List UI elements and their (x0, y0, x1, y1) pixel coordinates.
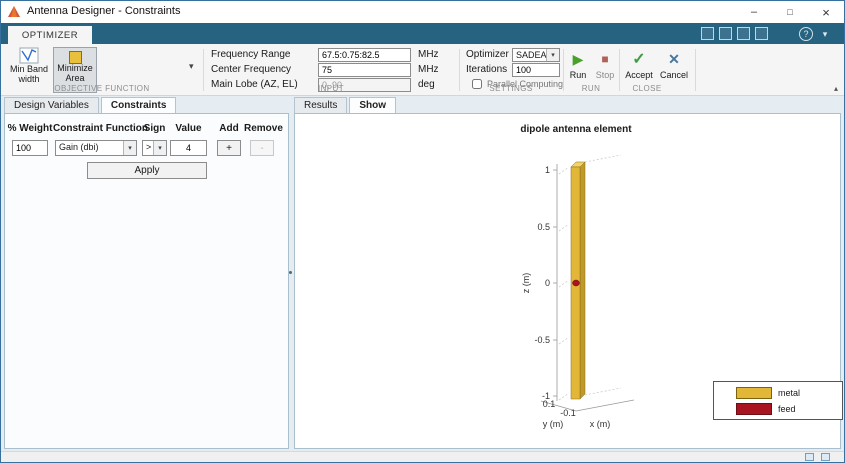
app-window: Antenna Designer - Constraints – □ × OPT… (0, 0, 845, 463)
show-panel: dipole antenna element 1 0.5 0 -0.5 -1 z… (294, 113, 843, 449)
x-tick: -0.1 (560, 408, 576, 418)
weight-input[interactable] (12, 140, 48, 156)
objective-dropdown-icon[interactable]: ▾ (189, 61, 194, 72)
tab-results[interactable]: Results (294, 97, 348, 113)
left-panel-tabs: Design Variables Constraints (4, 97, 178, 113)
cancel-x-icon: ✕ (668, 51, 680, 68)
save-icon[interactable] (701, 27, 714, 40)
undo-icon[interactable] (719, 27, 732, 40)
apply-button[interactable]: Apply (87, 162, 207, 179)
feed-legend-label: feed (778, 404, 796, 414)
chevron-down-icon: ▾ (153, 141, 166, 155)
bandwidth-plot-icon (19, 47, 39, 64)
metal-legend-label: metal (778, 388, 801, 398)
weight-header: % Weight (7, 123, 53, 134)
plot-legend: metal feed (713, 381, 843, 420)
stop-button[interactable]: ■ Stop (592, 49, 618, 85)
metal-swatch (736, 387, 772, 399)
titlebar: Antenna Designer - Constraints – □ × (1, 1, 844, 23)
x-axis-label: x (m) (590, 419, 611, 429)
help-group: ? ▾ (799, 27, 832, 41)
quick-access-toolbar (701, 27, 768, 40)
add-constraint-button[interactable]: + (217, 140, 241, 156)
input-section-label: INPUT (318, 84, 344, 93)
value-header: Value (175, 123, 202, 134)
z-tick: -0.5 (534, 335, 550, 345)
run-label: Run (569, 70, 587, 80)
feed-swatch (736, 403, 772, 415)
z-tick: 0.5 (537, 222, 550, 232)
center-frequency-input[interactable] (318, 63, 411, 77)
grid-dashes (558, 154, 622, 401)
dock-icon[interactable] (805, 453, 814, 461)
accept-label: Accept (625, 70, 653, 80)
maximize-window-icon[interactable]: □ (772, 1, 808, 23)
z-axis-label: z (m) (521, 273, 531, 294)
window-title: Antenna Designer - Constraints (27, 5, 181, 17)
iterations-label: Iterations (466, 64, 508, 75)
chevron-down-icon: ▾ (546, 49, 559, 61)
run-button[interactable]: ▶ Run (565, 49, 591, 85)
frequency-range-label: Frequency Range (211, 49, 291, 60)
constraint-function-header: Constraint Function (53, 123, 148, 134)
tab-constraints[interactable]: Constraints (100, 97, 177, 113)
objective-section-label: OBJECTIVE FUNCTION (54, 84, 150, 93)
z-tick: 1 (545, 165, 550, 175)
close-section-label: CLOSE (632, 84, 662, 93)
minimize-area-label: Minimize Area (57, 63, 93, 83)
optimizer-label: Optimizer (466, 49, 509, 60)
constraint-function-select[interactable]: Gain (dbi) ▾ (55, 140, 137, 156)
right-panel-tabs: Results Show (294, 97, 398, 113)
optimizer-select[interactable]: SADEA ▾ (512, 48, 560, 62)
center-frequency-unit: MHz (418, 64, 439, 75)
accept-check-icon: ✓ (632, 51, 646, 69)
stop-square-icon: ■ (601, 52, 609, 67)
remove-constraint-button: - (250, 140, 274, 156)
stop-label: Stop (595, 70, 615, 80)
collapse-ribbon-icon[interactable]: ▾ (818, 27, 832, 41)
add-header: Add (219, 123, 239, 134)
settings-section-label: SETTINGS (489, 84, 533, 93)
panel-splitter-handle[interactable] (289, 271, 292, 274)
y-axis-label: y (m) (543, 419, 564, 429)
toolstrip: Min Bandwidth Minimize Area ▾ OBJECTIVE … (1, 44, 844, 96)
undock-icon[interactable] (821, 453, 830, 461)
app-icon (8, 6, 20, 17)
frequency-range-unit: MHz (418, 49, 439, 60)
layout-icon[interactable] (755, 27, 768, 40)
constraint-function-value: Gain (dbi) (59, 142, 99, 152)
y-tick: 0.1 (543, 399, 556, 409)
z-tick: 0 (545, 278, 550, 288)
ribbon-tab-row: OPTIMIZER ? ▾ (1, 23, 844, 44)
remove-header: Remove (244, 123, 283, 134)
tab-optimizer[interactable]: OPTIMIZER (8, 26, 92, 44)
close-window-icon[interactable]: × (808, 1, 844, 23)
section-divider (695, 49, 696, 91)
sign-select[interactable]: > ▾ (142, 140, 167, 156)
statusbar (1, 451, 844, 462)
tab-show[interactable]: Show (349, 97, 397, 113)
run-play-icon: ▶ (572, 51, 584, 68)
constraints-panel: % Weight Constraint Function Sign Value … (4, 113, 289, 449)
optimizer-value: SADEA (516, 50, 546, 60)
redo-icon[interactable] (737, 27, 750, 40)
tab-design-variables[interactable]: Design Variables (4, 97, 99, 113)
cancel-button[interactable]: ✕ Cancel (657, 49, 691, 85)
sign-value: > (146, 142, 152, 152)
axes-lines (540, 164, 635, 412)
plot-title: dipole antenna element (520, 124, 632, 135)
minimize-window-icon[interactable]: – (736, 1, 772, 23)
collapse-toolstrip-icon[interactable]: ▴ (834, 84, 838, 93)
iterations-input[interactable] (512, 63, 560, 77)
cancel-label: Cancel (659, 70, 688, 80)
value-input[interactable] (170, 140, 207, 156)
chevron-down-icon: ▾ (123, 141, 136, 155)
min-bandwidth-label: Min Bandwidth (9, 64, 49, 84)
feed-point (572, 279, 580, 287)
center-frequency-label: Center Frequency (211, 64, 292, 75)
help-icon[interactable]: ? (799, 27, 813, 41)
main-area: Design Variables Constraints % Weight Co… (1, 96, 844, 451)
accept-button[interactable]: ✓ Accept (622, 49, 656, 85)
frequency-range-input[interactable] (318, 48, 411, 62)
